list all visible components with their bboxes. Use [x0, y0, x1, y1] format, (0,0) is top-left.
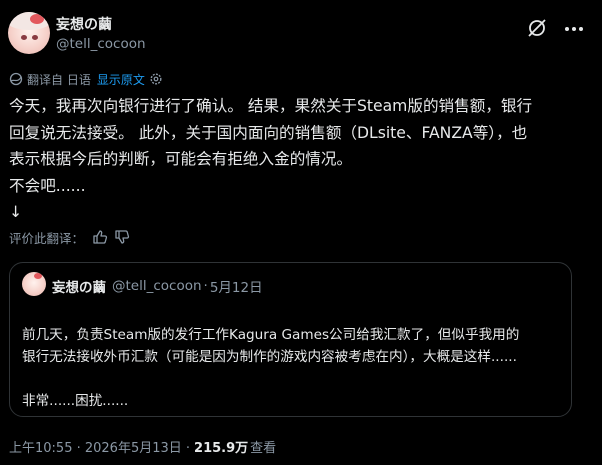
post-line: 不会吧......: [9, 176, 86, 195]
translation-row: 翻译自 日语 显示原文: [9, 70, 163, 88]
quoted-post-card[interactable]: 妄想の繭 @tell_cocoon · 5月12日 前几天，负责Steam版的发…: [9, 262, 572, 417]
view-count-label: 查看: [250, 441, 277, 456]
thumbs-up-icon[interactable]: [92, 229, 108, 245]
post-line: 回复说无法接受。 此外，关于国内面向的销售额（DLsite、FANZA等），也: [9, 123, 528, 142]
quoted-author-name: 妄想の繭: [52, 280, 106, 296]
rate-translation-label: 评价此翻译：: [9, 230, 85, 246]
author-avatar[interactable]: [8, 12, 50, 54]
quoted-line: [22, 368, 562, 390]
post-meta: 上午10:55 · 2026年5月13日 · 215.9万 查看: [9, 437, 276, 456]
quoted-line: 非常......困扰......: [22, 393, 129, 409]
rate-translation-row: 评价此翻译：: [9, 228, 130, 246]
quoted-post-header: 妄想の繭 @tell_cocoon · 5月12日: [52, 276, 263, 296]
post-line: 今天，我再次向银行进行了确认。 结果，果然关于Steam版的销售额，银行: [9, 97, 533, 115]
thumbs-down-icon[interactable]: [114, 229, 130, 245]
author-display-name[interactable]: 妄想の繭: [56, 14, 112, 34]
more-icon[interactable]: [564, 26, 584, 32]
quoted-author-avatar: [22, 272, 46, 296]
quoted-post-date: 5月12日: [209, 280, 263, 296]
quoted-line: 前几天，负责Steam版的发行工作Kagura Games公司给我汇款了，但似乎…: [22, 327, 520, 343]
post-line: ↓: [9, 203, 23, 221]
post-timestamp[interactable]: 上午10:55 · 2026年5月13日 ·: [9, 437, 190, 456]
author-handle[interactable]: @tell_cocoon: [56, 36, 146, 52]
quoted-separator: ·: [203, 278, 208, 294]
view-count: 215.9万: [194, 441, 249, 456]
quoted-author-handle: @tell_cocoon: [112, 278, 202, 294]
post-line: 表示根据今后的判断，可能会有拒绝入金的情况。: [9, 150, 353, 168]
post-body: 今天，我再次向银行进行了确认。 结果，果然关于Steam版的销售额，银行 回复说…: [9, 93, 595, 226]
translation-label: 翻译自 日语: [27, 72, 91, 87]
grok-icon[interactable]: [527, 18, 547, 38]
quoted-line: 银行无法接收外币汇款（可能是因为制作的游戏内容被考虑在内），大概是这样.....…: [22, 349, 517, 365]
globe-icon: [9, 72, 23, 86]
gear-icon[interactable]: [149, 72, 163, 86]
quoted-post-body: 前几天，负责Steam版的发行工作Kagura Games公司给我汇款了，但似乎…: [22, 324, 562, 412]
show-original-link[interactable]: 显示原文: [97, 71, 145, 88]
